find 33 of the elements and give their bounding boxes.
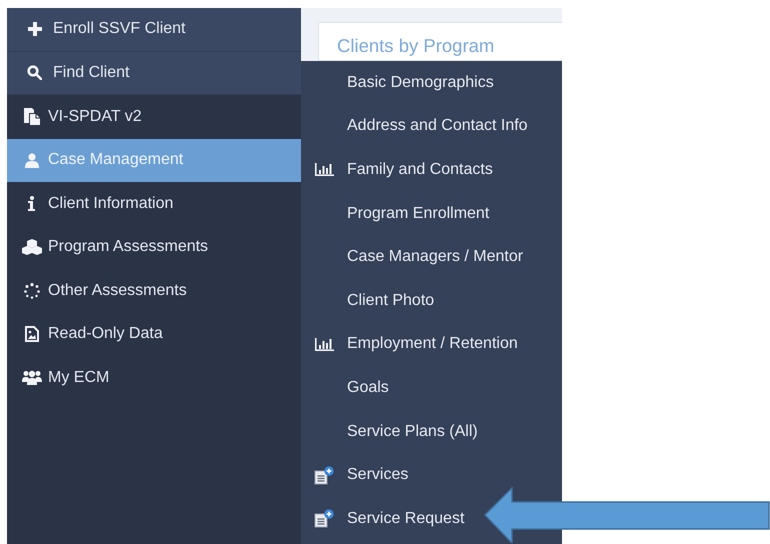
plus-icon [28, 22, 42, 36]
document-add-icon [314, 466, 334, 485]
document-add-icon [314, 509, 334, 528]
menu-item[interactable]: Service Plans (All) [301, 410, 484, 454]
menu-item[interactable]: Goals [301, 366, 395, 410]
user-icon [25, 152, 39, 168]
sidebar-item[interactable]: Program Assessments [7, 226, 301, 269]
sidebar-item[interactable]: Other Assessments [7, 269, 301, 312]
cubes-icon [22, 239, 42, 256]
card-title: Clients by Program [337, 35, 494, 56]
menu-item[interactable]: Service Request [301, 496, 470, 541]
files-icon [24, 108, 40, 126]
sidebar-item[interactable]: VI-SPDAT v2 [7, 95, 301, 138]
bar-chart-icon [314, 163, 334, 176]
sidebar-item[interactable]: Find Client [7, 52, 301, 95]
search-icon [27, 65, 42, 80]
menu-item[interactable]: Basic Demographics [301, 61, 500, 105]
menu-item[interactable]: Services [301, 453, 414, 497]
menu-item[interactable]: Case Managers / Mentor [301, 235, 530, 279]
sidebar-item[interactable]: Read-Only Data [7, 312, 301, 356]
image-file-icon [25, 326, 39, 342]
users-icon [22, 370, 42, 386]
spinner-icon [24, 282, 40, 299]
menu-item[interactable]: Family and Contacts [301, 148, 499, 192]
sidebar-item[interactable]: My ECM [7, 356, 301, 400]
sidebar-item[interactable]: Client Information [7, 182, 301, 226]
bar-chart-icon [314, 338, 334, 351]
menu-item[interactable]: Address and Contact Info [301, 104, 534, 148]
info-icon [28, 196, 36, 212]
menu-item[interactable]: Program Enrollment [301, 192, 496, 236]
menu-item[interactable]: Client Photo [301, 278, 440, 323]
sidebar-item[interactable]: Enroll SSVF Client [7, 8, 301, 52]
menu-item[interactable]: Employment / Retention [301, 322, 524, 366]
